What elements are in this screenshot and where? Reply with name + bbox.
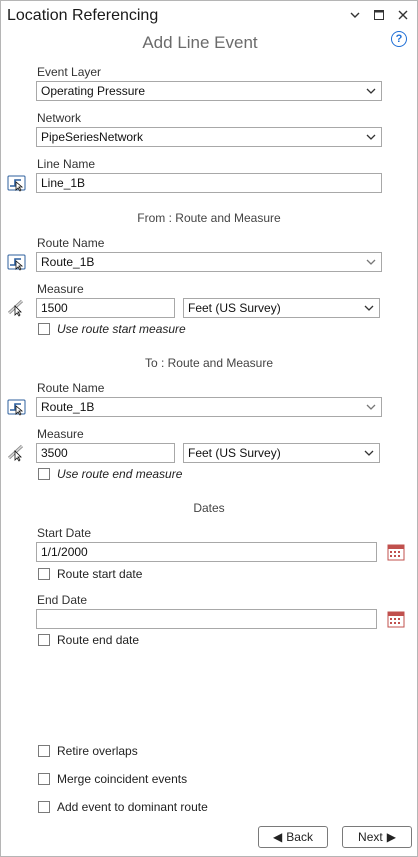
chevron-down-icon — [366, 88, 376, 94]
merge-coincident-events-checkbox[interactable] — [38, 773, 50, 785]
location-referencing-pane: Location Referencing Add Line Event ? Ev… — [0, 0, 418, 857]
add-event-dominant-route-label: Add event to dominant route — [57, 800, 208, 814]
start-date-value: 1/1/2000 — [41, 545, 88, 559]
to-units-value: Feet (US Survey) — [188, 446, 281, 460]
add-event-dominant-route-checkbox[interactable] — [38, 801, 50, 813]
network-dropdown[interactable]: PipeSeriesNetwork — [36, 127, 382, 147]
pane-title: Location Referencing — [7, 7, 159, 24]
back-button-label: Back — [286, 830, 313, 844]
route-start-date-checkbox[interactable] — [38, 568, 50, 580]
from-measure-input[interactable]: 1500 — [36, 298, 175, 318]
close-icon[interactable] — [397, 9, 409, 21]
line-name-value: Line_1B — [41, 176, 86, 190]
select-route-icon[interactable] — [7, 397, 27, 417]
end-date-label: End Date — [37, 593, 88, 607]
title-controls — [349, 9, 409, 21]
pick-measure-icon[interactable] — [7, 443, 27, 463]
use-route-start-measure-checkbox[interactable] — [38, 323, 50, 335]
chevron-down-icon — [364, 450, 374, 456]
event-layer-dropdown[interactable]: Operating Pressure — [36, 81, 382, 101]
network-value: PipeSeriesNetwork — [41, 130, 144, 144]
next-button[interactable]: Next ▶ — [342, 826, 412, 848]
use-route-end-measure-checkbox[interactable] — [38, 468, 50, 480]
to-measure-label: Measure — [37, 427, 84, 441]
from-route-name-dropdown[interactable]: Route_1B — [36, 252, 382, 272]
event-layer-value: Operating Pressure — [41, 84, 146, 98]
line-name-input[interactable]: Line_1B — [36, 173, 382, 193]
pin-icon[interactable] — [349, 9, 361, 21]
from-units-dropdown[interactable]: Feet (US Survey) — [183, 298, 380, 318]
chevron-down-icon — [366, 404, 376, 410]
select-route-icon[interactable] — [7, 252, 27, 272]
chevron-down-icon — [364, 305, 374, 311]
triangle-left-icon: ◀ — [273, 830, 283, 844]
to-measure-input[interactable]: 3500 — [36, 443, 175, 463]
maximize-icon[interactable] — [373, 9, 385, 21]
use-route-end-measure-label: Use route end measure — [57, 467, 183, 481]
from-measure-value: 1500 — [41, 301, 68, 315]
calendar-icon[interactable] — [387, 610, 405, 628]
from-section-header: From : Route and Measure — [137, 211, 281, 225]
chevron-down-icon — [366, 134, 376, 140]
start-date-label: Start Date — [37, 526, 92, 540]
help-icon[interactable]: ? — [391, 31, 407, 47]
retire-overlaps-label: Retire overlaps — [57, 744, 138, 758]
route-end-date-checkbox[interactable] — [38, 634, 50, 646]
calendar-icon[interactable] — [387, 543, 405, 561]
route-start-date-label: Route start date — [57, 567, 143, 581]
start-date-input[interactable]: 1/1/2000 — [36, 542, 377, 562]
to-route-name-value: Route_1B — [41, 400, 95, 414]
line-name-label: Line Name — [37, 157, 96, 171]
to-measure-value: 3500 — [41, 446, 68, 460]
network-label: Network — [37, 111, 82, 125]
retire-overlaps-checkbox[interactable] — [38, 745, 50, 757]
pick-measure-icon[interactable] — [7, 298, 27, 318]
from-route-name-label: Route Name — [37, 236, 105, 250]
select-route-icon[interactable] — [7, 173, 27, 193]
end-date-input[interactable] — [36, 609, 377, 629]
next-button-label: Next — [358, 830, 383, 844]
to-units-dropdown[interactable]: Feet (US Survey) — [183, 443, 380, 463]
from-measure-label: Measure — [37, 282, 84, 296]
dates-section-header: Dates — [193, 501, 225, 515]
to-route-name-label: Route Name — [37, 381, 105, 395]
triangle-right-icon: ▶ — [386, 830, 396, 844]
to-section-header: To : Route and Measure — [144, 356, 274, 370]
from-units-value: Feet (US Survey) — [188, 301, 281, 315]
from-route-name-value: Route_1B — [41, 255, 95, 269]
pane-subtitle: Add Line Event — [142, 33, 258, 52]
chevron-down-icon — [366, 259, 376, 265]
route-end-date-label: Route end date — [57, 633, 140, 647]
merge-coincident-events-label: Merge coincident events — [57, 772, 188, 786]
back-button[interactable]: ◀ Back — [258, 826, 328, 848]
event-layer-label: Event Layer — [37, 65, 102, 79]
use-route-start-measure-label: Use route start measure — [57, 322, 186, 336]
to-route-name-dropdown[interactable]: Route_1B — [36, 397, 382, 417]
